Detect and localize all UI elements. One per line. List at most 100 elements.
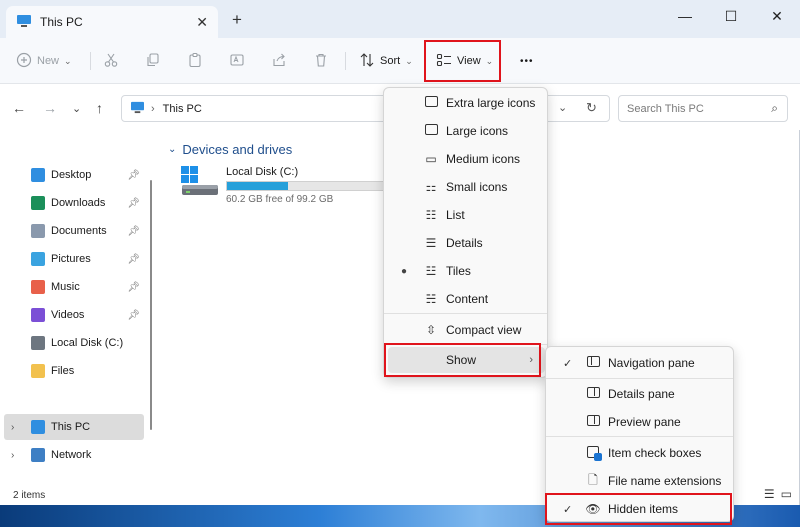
sidebar-item-this-pc[interactable]: › This PC — [4, 414, 144, 440]
menu-item-extra-large-icons[interactable]: Extra large icons — [388, 90, 545, 116]
menu-item-label: Small icons — [446, 180, 508, 194]
sidebar-item-network[interactable]: › Network — [4, 442, 144, 468]
sidebar-item-videos[interactable]: Videos 📌︎ — [4, 302, 144, 328]
sidebar-item-label: Desktop — [51, 169, 92, 181]
sidebar-item-label: Files — [51, 365, 75, 377]
up-arrow-icon[interactable]: ↑ — [96, 100, 103, 116]
pin-icon[interactable]: 📌︎ — [127, 282, 140, 293]
pc-icon — [31, 420, 45, 434]
forward-arrow-icon[interactable]: → — [43, 100, 57, 116]
tiles-layout-icon[interactable]: ▭ — [781, 487, 792, 501]
share-button[interactable] — [271, 46, 287, 76]
drive-icon — [31, 336, 45, 350]
sidebar-item-local-disk[interactable]: Local Disk (C:) — [4, 330, 144, 356]
sort-button[interactable]: Sort ⌄ — [359, 46, 413, 76]
rename-button[interactable] — [229, 46, 245, 76]
address-dropdown-icon[interactable]: ⌄ — [558, 101, 567, 114]
music-icon — [31, 280, 45, 294]
menu-item-content[interactable]: ☵ Content — [388, 286, 545, 312]
delete-button[interactable] — [313, 46, 329, 76]
paste-button[interactable] — [187, 46, 203, 76]
network-icon — [31, 448, 45, 462]
sidebar-item-documents[interactable]: Documents 📌︎ — [4, 218, 144, 244]
chevron-down-icon: ⌄ — [405, 55, 413, 66]
downloads-icon — [31, 196, 45, 210]
minimize-button[interactable]: — — [662, 0, 708, 32]
sidebar-item-music[interactable]: Music 📌︎ — [4, 274, 144, 300]
menu-item-small-icons[interactable]: ⚏ Small icons — [388, 174, 545, 200]
search-input[interactable]: Search This PC ⌕ — [618, 95, 788, 122]
check-icon: ✓ — [563, 357, 573, 370]
menu-item-large-icons[interactable]: Large icons — [388, 118, 545, 144]
preview-pane-icon — [585, 415, 601, 429]
menu-item-details[interactable]: ☰ Details — [388, 230, 545, 256]
menu-item-label: Tiles — [446, 264, 471, 278]
menu-item-medium-icons[interactable]: ▭ Medium icons — [388, 146, 545, 172]
view-button-highlight — [424, 40, 501, 82]
selected-bullet-icon: ● — [401, 265, 408, 277]
file-icon: 🗋︎ — [588, 472, 598, 487]
breadcrumb-separator-icon: › — [151, 102, 155, 115]
pin-icon[interactable]: 📌︎ — [127, 310, 140, 321]
chevron-right-icon[interactable]: › — [11, 450, 14, 461]
menu-item-preview-pane[interactable]: Preview pane — [550, 409, 731, 435]
tiles-icon: ☳ — [425, 264, 437, 278]
devices-section-header[interactable]: ⌄ Devices and drives — [168, 142, 292, 157]
sidebar-item-label: Pictures — [51, 253, 91, 265]
menu-item-details-pane[interactable]: Details pane — [550, 381, 731, 407]
pin-icon[interactable]: 📌︎ — [127, 254, 140, 265]
pin-icon[interactable]: 📌︎ — [127, 170, 140, 181]
refresh-icon[interactable]: ↻ — [586, 100, 597, 116]
menu-item-label: Details pane — [608, 387, 675, 401]
close-tab-icon[interactable]: ✕ — [196, 14, 208, 31]
pin-icon[interactable]: 📌︎ — [127, 198, 140, 209]
copy-button[interactable] — [145, 46, 161, 76]
checkbox-icon — [585, 445, 602, 461]
sidebar-item-files[interactable]: Files — [4, 358, 144, 384]
sidebar-item-desktop[interactable]: Desktop 📌︎ — [4, 162, 144, 188]
sidebar-item-label: Documents — [51, 225, 107, 237]
menu-item-file-name-extensions[interactable]: 🗋︎ File name extensions — [550, 468, 731, 494]
see-more-button[interactable]: ••• — [520, 46, 534, 76]
details-layout-icon[interactable]: ☰ — [764, 487, 775, 501]
menu-item-list[interactable]: ☷ List — [388, 202, 545, 228]
cut-button[interactable] — [103, 46, 119, 76]
close-window-button[interactable]: ✕ — [754, 0, 800, 32]
pc-icon — [16, 14, 32, 31]
new-button[interactable]: New ⌄ — [16, 46, 72, 76]
menu-item-label: Compact view — [446, 323, 522, 337]
sidebar-item-label: Local Disk (C:) — [51, 337, 124, 349]
menu-item-label: File name extensions — [608, 474, 722, 488]
menu-item-label: Details — [446, 236, 483, 250]
sidebar-scrollbar[interactable] — [150, 180, 152, 430]
back-arrow-icon[interactable]: ← — [12, 100, 26, 116]
pictures-icon — [31, 252, 45, 266]
copy-icon — [145, 52, 161, 71]
trash-icon — [313, 52, 329, 71]
new-tab-icon[interactable]: + — [232, 11, 242, 28]
menu-item-navigation-pane[interactable]: ✓ Navigation pane — [550, 350, 731, 376]
tab-this-pc[interactable]: This PC ✕ — [6, 6, 218, 38]
menu-item-item-check-boxes[interactable]: Item check boxes — [550, 440, 731, 466]
desktop-icon — [31, 168, 45, 182]
chevron-right-icon[interactable]: › — [11, 422, 14, 433]
pc-icon — [130, 101, 145, 117]
sidebar-item-downloads[interactable]: Downloads 📌︎ — [4, 190, 144, 216]
menu-item-compact-view[interactable]: ⇳ Compact view — [388, 317, 545, 343]
more-icon: ••• — [520, 55, 534, 67]
maximize-button[interactable]: ☐ — [708, 0, 754, 32]
address-path[interactable]: This PC — [163, 103, 202, 115]
videos-icon — [31, 308, 45, 322]
recent-locations-icon[interactable]: ⌄ — [72, 102, 81, 115]
menu-divider — [546, 378, 733, 379]
pin-icon[interactable]: 📌︎ — [127, 226, 140, 237]
drive-usage-fill — [227, 182, 288, 190]
drive-tile-c[interactable]: Local Disk (C:) 60.2 GB free of 99.2 GB — [180, 163, 390, 207]
sort-icon — [359, 52, 375, 71]
scissors-icon — [103, 52, 119, 71]
menu-item-tiles[interactable]: ● ☳ Tiles — [388, 258, 545, 284]
clipboard-icon — [187, 52, 203, 71]
view-menu: Extra large icons Large icons ▭ Medium i… — [383, 87, 548, 378]
search-icon[interactable]: ⌕ — [771, 101, 778, 116]
sidebar-item-pictures[interactable]: Pictures 📌︎ — [4, 246, 144, 272]
